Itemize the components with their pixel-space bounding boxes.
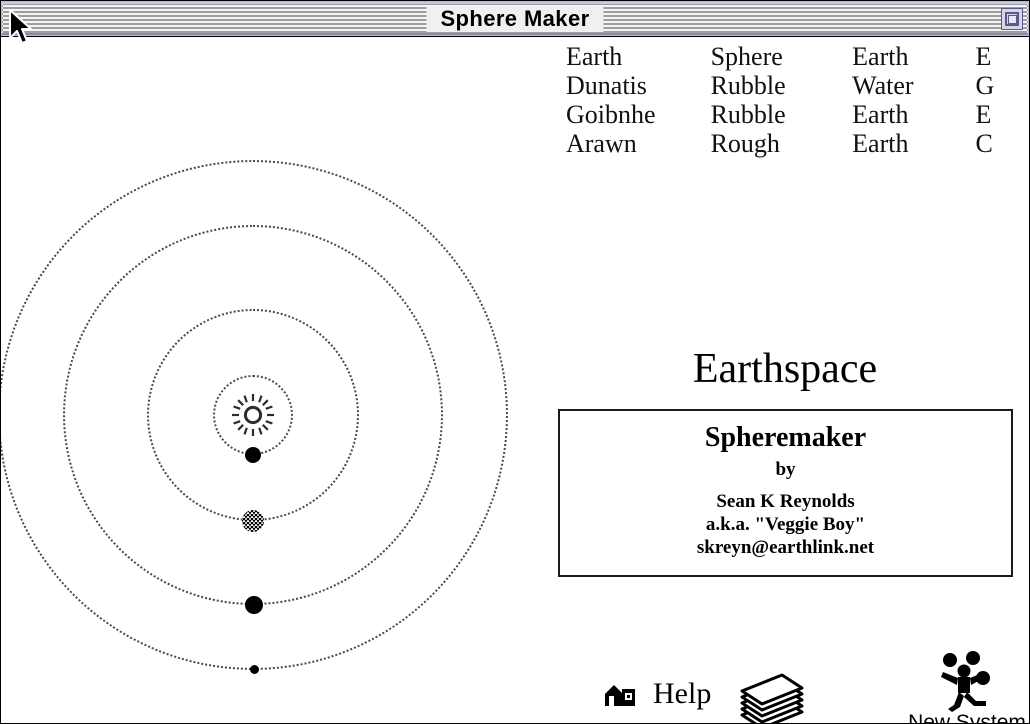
titlebar-highlight bbox=[2, 2, 1028, 4]
planet-name: Dunatis bbox=[566, 71, 647, 100]
window-titlebar[interactable]: Sphere Maker bbox=[0, 0, 1030, 37]
sphere-maker-window: Sphere Maker Earth Sphere Earth E Dunati… bbox=[0, 0, 1030, 724]
planet-terrain: Earth bbox=[852, 100, 909, 129]
planet-table: Earth Sphere Earth E Dunatis Rubble Wate… bbox=[566, 42, 1016, 158]
table-row[interactable]: Earth Sphere Earth E bbox=[566, 42, 1016, 71]
planet-terrain: Water bbox=[852, 71, 914, 100]
bottom-toolbar: Help New System bbox=[1, 615, 1029, 724]
planet-code: E bbox=[975, 42, 992, 71]
zoom-box-icon[interactable] bbox=[1001, 7, 1023, 30]
help-label: Help bbox=[653, 677, 712, 710]
planet-type: Rubble bbox=[710, 71, 786, 100]
help-button[interactable]: Help bbox=[603, 677, 711, 711]
window-content: Earth Sphere Earth E Dunatis Rubble Wate… bbox=[0, 37, 1030, 724]
sun-icon bbox=[232, 394, 274, 436]
credits-by: by bbox=[775, 459, 796, 480]
table-row[interactable]: Dunatis Rubble Water G bbox=[566, 71, 1016, 100]
table-row[interactable]: Arawn Rough Earth C bbox=[566, 129, 1016, 158]
credits-panel: Spheremaker by Sean K Reynolds a.k.a. "V… bbox=[558, 409, 1013, 577]
planet-type: Rubble bbox=[710, 100, 786, 129]
juggler-icon bbox=[941, 651, 990, 712]
page-stack-icon[interactable] bbox=[736, 671, 808, 724]
house-icon bbox=[605, 685, 635, 706]
credits-title: Spheremaker bbox=[704, 422, 867, 453]
planet-type: Sphere bbox=[710, 42, 783, 71]
planet-terrain: Earth bbox=[852, 42, 909, 71]
planet-code: G bbox=[975, 71, 995, 100]
credits-alias: a.k.a. "Veggie Boy" bbox=[705, 514, 866, 535]
planet-marker-earth[interactable] bbox=[245, 447, 261, 463]
planet-name: Arawn bbox=[566, 129, 637, 158]
credits-author: Sean K Reynolds bbox=[716, 491, 855, 512]
planet-name: Earth bbox=[566, 42, 623, 71]
titlebar-shadow bbox=[2, 33, 1028, 35]
table-row[interactable]: Goibnhe Rubble Earth E bbox=[566, 100, 1016, 129]
window-title: Sphere Maker bbox=[426, 5, 604, 32]
new-system-button[interactable]: New System bbox=[906, 651, 1028, 724]
planet-marker-goibnhe[interactable] bbox=[245, 596, 263, 614]
zoom-box-inner bbox=[1008, 14, 1017, 24]
planet-marker-dunatis[interactable] bbox=[242, 510, 264, 532]
planet-code: E bbox=[975, 100, 992, 129]
new-system-label: New System bbox=[908, 711, 1026, 724]
planet-terrain: Earth bbox=[852, 129, 909, 158]
planet-type: Rough bbox=[710, 129, 780, 158]
planet-name: Goibnhe bbox=[566, 100, 656, 129]
planet-code: C bbox=[975, 129, 993, 158]
system-name-heading: Earthspace bbox=[692, 346, 878, 392]
credits-email: skreyn@earthlink.net bbox=[696, 537, 875, 558]
